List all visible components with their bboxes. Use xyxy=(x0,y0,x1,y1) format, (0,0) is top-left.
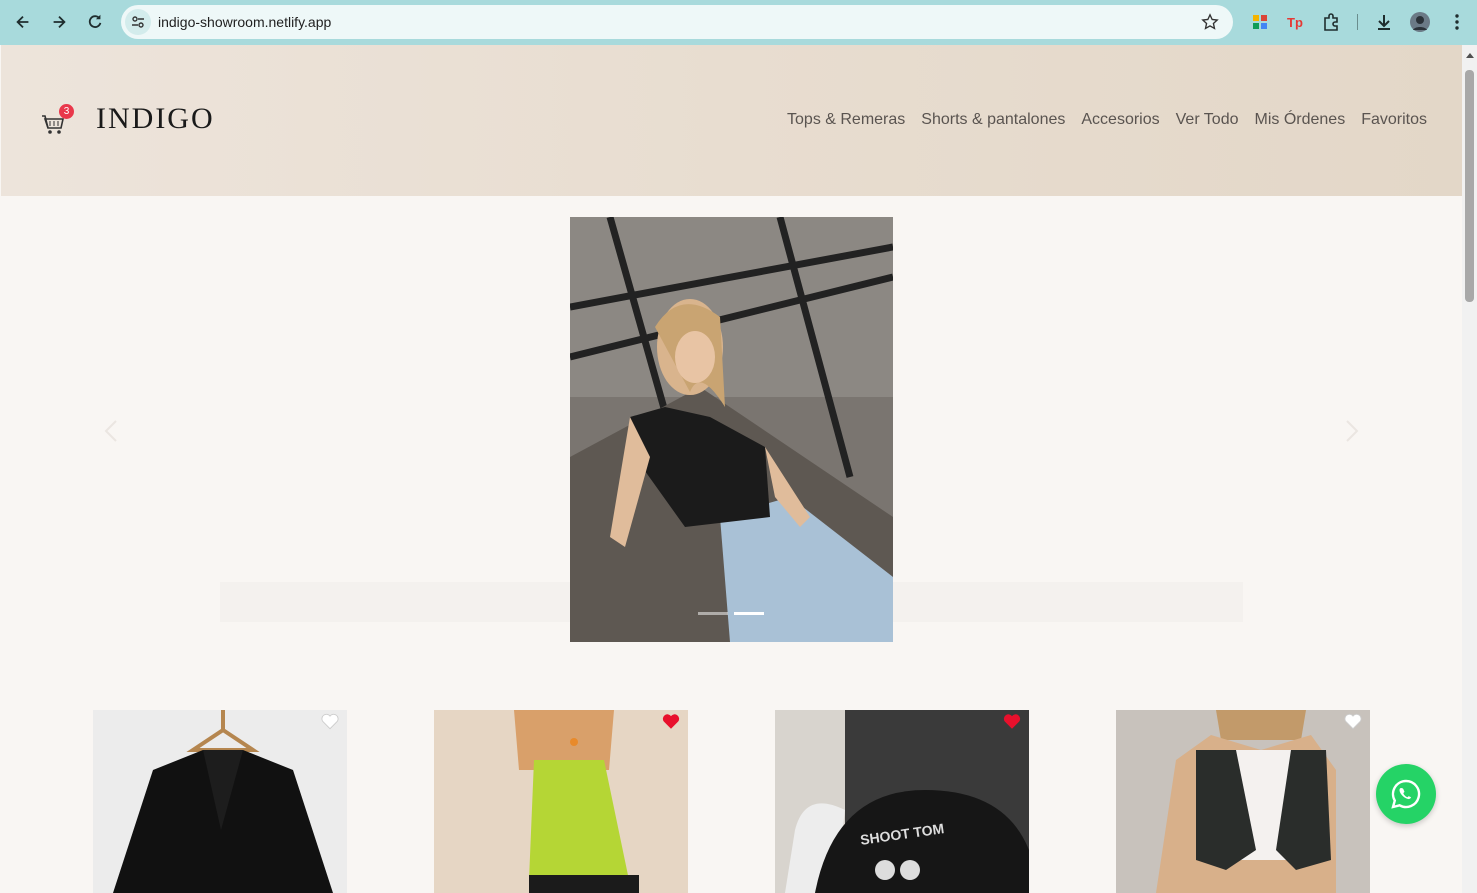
nav-favoritos[interactable]: Favoritos xyxy=(1361,111,1427,129)
carousel-slide-image xyxy=(570,217,893,642)
page-scrollbar[interactable] xyxy=(1462,45,1477,893)
product-card-black-blazer[interactable] xyxy=(93,710,347,893)
browser-menu-icon[interactable] xyxy=(1446,11,1468,33)
favorite-heart-icon[interactable] xyxy=(321,713,339,730)
forward-button[interactable] xyxy=(41,4,77,40)
carousel-indicator-1[interactable] xyxy=(698,612,728,615)
main-nav: Tops & Remeras Shorts & pantalones Acces… xyxy=(787,111,1427,129)
svg-text:Tp: Tp xyxy=(1287,15,1303,30)
carousel-next-icon[interactable] xyxy=(1345,419,1359,443)
nav-shorts-pantalones[interactable]: Shorts & pantalones xyxy=(921,111,1065,129)
toolbar-separator xyxy=(1357,14,1358,30)
carousel-indicator-2[interactable] xyxy=(734,612,764,615)
nav-ver-todo[interactable]: Ver Todo xyxy=(1176,111,1239,129)
cart-count-badge: 3 xyxy=(59,104,74,119)
site-settings-icon[interactable] xyxy=(125,9,151,35)
url-text[interactable]: indigo-showroom.netlify.app xyxy=(158,14,331,30)
nav-accesorios[interactable]: Accesorios xyxy=(1081,111,1159,129)
browser-toolbar: indigo-showroom.netlify.app Tp xyxy=(0,0,1477,45)
favorite-heart-icon[interactable] xyxy=(1344,713,1362,730)
bookmark-star-icon[interactable] xyxy=(1201,13,1219,31)
nav-mis-ordenes[interactable]: Mis Órdenes xyxy=(1255,111,1346,129)
color-palette-extension-icon[interactable] xyxy=(1249,11,1271,33)
arrow-left-icon xyxy=(16,15,29,29)
product-card-black-graphic-hoodie[interactable]: SHOOT TOM xyxy=(775,710,1029,893)
favorite-heart-icon[interactable] xyxy=(1003,713,1021,730)
address-bar[interactable]: indigo-showroom.netlify.app xyxy=(121,5,1233,39)
carousel-indicators xyxy=(698,612,764,615)
nav-tops-remeras[interactable]: Tops & Remeras xyxy=(787,111,905,129)
back-button[interactable] xyxy=(5,4,41,40)
whatsapp-chat-button[interactable] xyxy=(1376,764,1436,824)
brand-logo[interactable]: INDIGO xyxy=(96,102,215,136)
extensions-puzzle-icon[interactable] xyxy=(1320,11,1342,33)
site-header: 3 INDIGO Tops & Remeras Shorts & pantalo… xyxy=(1,45,1462,196)
product-card-lime-tube-top[interactable] xyxy=(434,710,688,893)
whatsapp-icon xyxy=(1391,779,1421,809)
tp-extension-icon[interactable]: Tp xyxy=(1284,11,1306,33)
scrollbar-thumb[interactable] xyxy=(1465,70,1474,302)
reload-button[interactable] xyxy=(77,4,113,40)
page-content: 3 INDIGO Tops & Remeras Shorts & pantalo… xyxy=(1,45,1462,893)
download-icon[interactable] xyxy=(1373,11,1395,33)
arrow-right-icon xyxy=(53,15,66,29)
profile-avatar-icon[interactable] xyxy=(1409,11,1431,33)
carousel-prev-icon[interactable] xyxy=(104,419,118,443)
product-card-black-vest[interactable] xyxy=(1116,710,1370,893)
favorite-heart-icon[interactable] xyxy=(662,713,680,730)
reload-icon xyxy=(88,14,102,28)
scroll-up-arrow-icon[interactable] xyxy=(1466,53,1474,58)
